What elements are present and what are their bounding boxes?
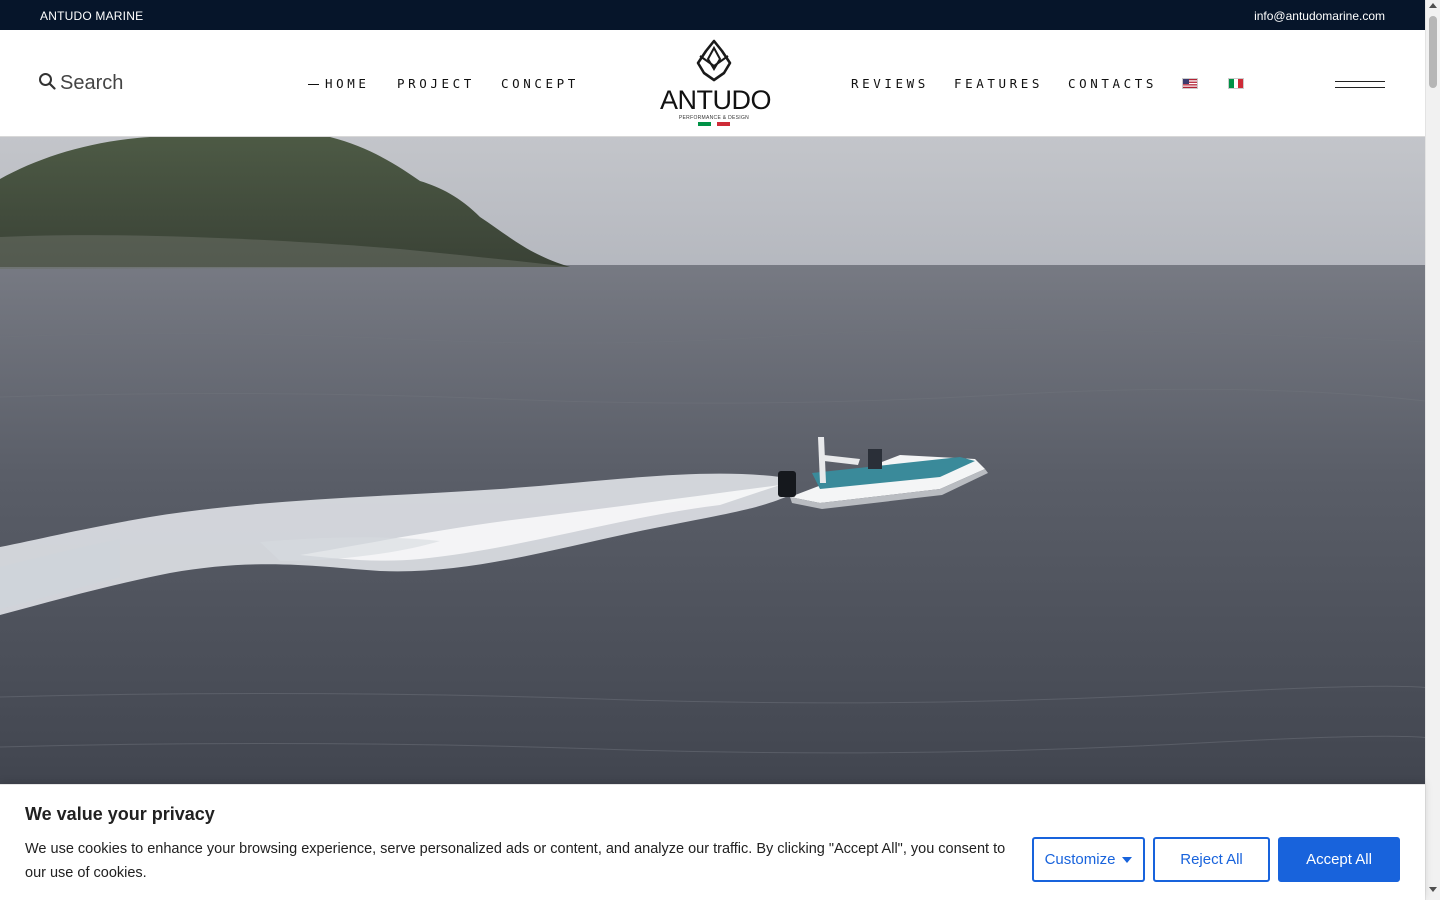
nav-item-home[interactable]: HOME [308,76,370,91]
logo-flag-red [717,122,730,126]
cookie-consent-banner: We value your privacy We use cookies to … [0,784,1425,900]
hero-scene [0,137,1425,787]
nav-item-project[interactable]: PROJECT [397,76,475,91]
flag-it-icon[interactable] [1228,78,1244,89]
top-bar: ANTUDO MARINE info@antudomarine.com [0,0,1425,30]
chevron-down-icon [1122,856,1133,863]
search-field[interactable]: Search [38,72,123,95]
nav-item-contacts[interactable]: CONTACTS [1068,76,1157,91]
reject-all-button[interactable]: Reject All [1153,837,1270,882]
accept-all-button[interactable]: Accept All [1278,837,1400,882]
logo-tagline: PERFORMANCE & DESIGN [678,115,750,121]
active-indicator [308,84,319,85]
nav-item-reviews[interactable]: REVIEWS [851,76,929,91]
page-scrollbar[interactable] [1425,0,1440,900]
topbar-email-link[interactable]: info@antudomarine.com [1254,9,1385,23]
cookie-title: We value your privacy [25,804,215,824]
scroll-thumb[interactable] [1429,16,1437,88]
scroll-up-arrow-icon[interactable] [1429,3,1437,8]
hamburger-menu-icon[interactable] [1335,77,1385,89]
customize-button-label: Customize [1044,851,1116,868]
hero-video [0,137,1425,787]
search-placeholder: Search [60,72,124,94]
nav-item-home-label: HOME [325,76,370,91]
topbar-brand: ANTUDO MARINE [40,9,144,23]
cookie-description: We use cookies to enhance your browsing … [25,841,1006,881]
search-icon [38,72,56,95]
logo-wordmark: ANTUDO [660,85,772,115]
nav-item-features[interactable]: FEATURES [954,76,1043,91]
site-header: Search HOME PROJECT CONCEPT ANTUDO PERFO… [0,30,1425,137]
nav-item-concept[interactable]: CONCEPT [501,76,579,91]
scroll-down-arrow-icon[interactable] [1429,887,1437,892]
flag-us-icon[interactable] [1182,78,1198,89]
customize-button[interactable]: Customize [1032,837,1145,882]
antudo-logo[interactable]: ANTUDO PERFORMANCE & DESIGN [660,39,772,129]
logo-flag-green [698,122,711,126]
